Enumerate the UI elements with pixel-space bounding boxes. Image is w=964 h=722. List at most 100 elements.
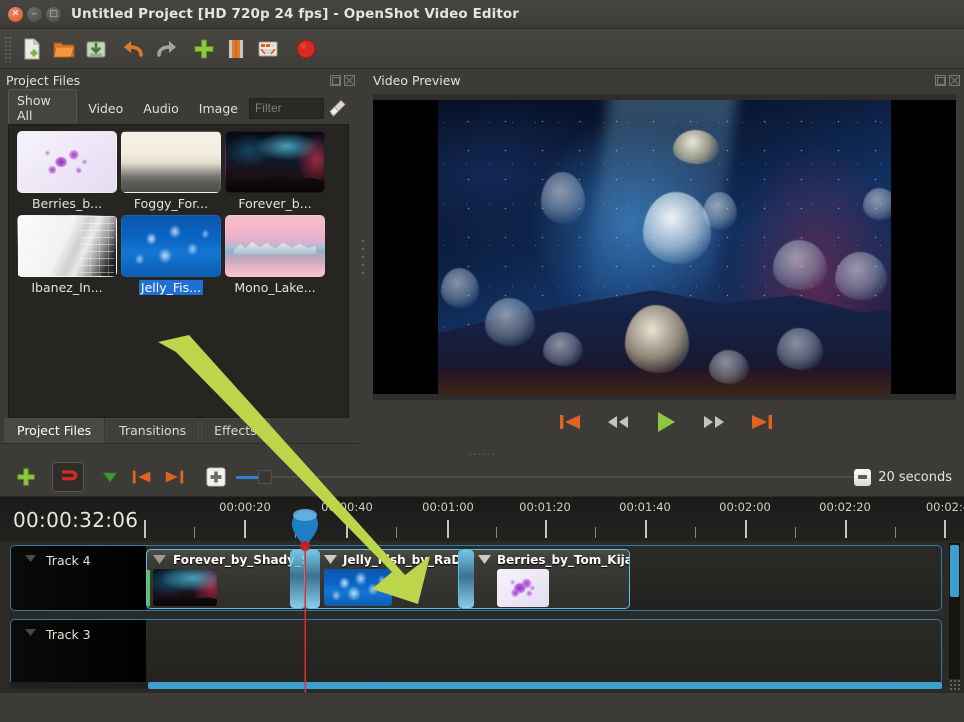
clip-title: Berries_by_Tom_Kijas.j... bbox=[497, 553, 630, 567]
chevron-down-icon[interactable] bbox=[25, 555, 36, 562]
file-label: Forever_b... bbox=[236, 196, 313, 211]
timeline-track-4[interactable]: Track 4 Forever_by_Shady_S.j Jelly_Fish_… bbox=[10, 545, 942, 611]
panel-splitter[interactable] bbox=[359, 69, 367, 444]
track-label: Track 3 bbox=[46, 627, 91, 642]
float-panel-icon[interactable] bbox=[935, 75, 946, 86]
filter-image-button[interactable]: Image bbox=[190, 97, 247, 120]
plus-icon bbox=[192, 37, 216, 61]
filter-search-input[interactable] bbox=[249, 98, 324, 119]
tab-effects[interactable]: Effects bbox=[201, 418, 270, 443]
project-file-item[interactable]: Foggy_For... bbox=[119, 131, 223, 211]
project-files-filter-bar: Show All Video Audio Image bbox=[0, 92, 359, 124]
window-resize-grip[interactable] bbox=[949, 679, 961, 691]
rewind-button[interactable] bbox=[604, 410, 632, 434]
clip-fade-handle[interactable] bbox=[305, 550, 320, 608]
letterbox-right bbox=[891, 100, 956, 394]
undo-button[interactable] bbox=[118, 33, 150, 65]
save-project-button[interactable] bbox=[80, 33, 112, 65]
horizontal-splitter[interactable]: ...... bbox=[0, 444, 964, 458]
redo-button[interactable] bbox=[150, 33, 182, 65]
record-circle-icon bbox=[294, 37, 318, 61]
ruler-tick-label: 00:01:00 bbox=[422, 500, 474, 514]
add-marker-button[interactable] bbox=[94, 462, 126, 492]
play-button[interactable] bbox=[652, 410, 680, 434]
fast-forward-icon bbox=[701, 412, 727, 432]
center-playhead-button[interactable] bbox=[200, 462, 232, 492]
previous-marker-button[interactable] bbox=[126, 462, 158, 492]
chevron-down-icon[interactable] bbox=[25, 629, 36, 636]
profile-button[interactable] bbox=[220, 33, 252, 65]
chevron-down-icon[interactable] bbox=[153, 555, 166, 564]
project-file-item[interactable]: Forever_b... bbox=[223, 131, 327, 211]
timeline-tracks-area[interactable]: Track 4 Forever_by_Shady_S.j Jelly_Fish_… bbox=[0, 541, 964, 693]
project-file-item-selected[interactable]: Jelly_Fis... bbox=[119, 215, 223, 295]
window-maximize-button[interactable]: □ bbox=[46, 7, 61, 22]
file-thumbnail bbox=[17, 215, 117, 277]
tab-transitions[interactable]: Transitions bbox=[106, 418, 199, 443]
window-title-bar: ✕ ‒ □ Untitled Project [HD 720p 24 fps] … bbox=[0, 0, 964, 29]
timeline-toolbar: 20 seconds bbox=[0, 458, 964, 496]
filter-show-all-button[interactable]: Show All bbox=[8, 89, 77, 127]
add-track-button[interactable] bbox=[10, 462, 42, 492]
clip-fade-handle[interactable] bbox=[290, 550, 305, 608]
timeline-clip[interactable]: Forever_by_Shady_S.j bbox=[146, 549, 306, 609]
ruler-tick-label: 00:00:40 bbox=[321, 500, 373, 514]
clip-fade-handle[interactable] bbox=[459, 550, 474, 608]
project-files-list[interactable]: Berries_b... Foggy_For... Forever_b... I… bbox=[8, 124, 349, 418]
clear-brush-icon[interactable] bbox=[326, 96, 351, 120]
filter-video-button[interactable]: Video bbox=[79, 97, 132, 120]
preview-scene bbox=[373, 100, 956, 394]
float-panel-icon[interactable] bbox=[330, 75, 341, 86]
timeline-horizontal-scrollbar[interactable] bbox=[10, 682, 942, 689]
fullscreen-icon bbox=[256, 37, 280, 61]
timeline-clip[interactable]: Jelly_Fish_by_RaDu_G bbox=[304, 549, 464, 609]
next-marker-button[interactable] bbox=[158, 462, 190, 492]
fast-forward-button[interactable] bbox=[700, 410, 728, 434]
window-minimize-button[interactable]: ‒ bbox=[27, 7, 42, 22]
import-files-button[interactable] bbox=[188, 33, 220, 65]
project-files-title: Project Files bbox=[6, 73, 330, 88]
toolbar-grip[interactable] bbox=[4, 36, 13, 62]
timeline-clip[interactable]: Berries_by_Tom_Kijas.j... bbox=[458, 549, 630, 609]
marker-triangle-icon bbox=[100, 467, 120, 487]
snapping-button[interactable] bbox=[52, 462, 84, 492]
clip-title: Jelly_Fish_by_RaDu_G bbox=[343, 553, 464, 567]
window-close-button[interactable]: ✕ bbox=[8, 7, 23, 22]
timeline-ruler[interactable]: 00:00:32:06 00:00:20 00:00:40 00:01:00 0… bbox=[0, 496, 964, 541]
timeline-zoom-slider[interactable] bbox=[236, 470, 854, 484]
new-project-button[interactable] bbox=[16, 33, 48, 65]
zoom-level-icon[interactable] bbox=[854, 469, 871, 486]
video-preview-panel-header: Video Preview bbox=[367, 69, 964, 92]
video-preview-stage bbox=[373, 94, 956, 400]
close-panel-icon[interactable] bbox=[344, 75, 355, 86]
jump-to-end-button[interactable] bbox=[748, 410, 776, 434]
project-file-item[interactable]: Ibanez_In... bbox=[15, 215, 119, 295]
jump-to-start-button[interactable] bbox=[556, 410, 584, 434]
chevron-down-icon[interactable] bbox=[478, 555, 491, 564]
ruler-tick-label: 00:00:20 bbox=[219, 500, 271, 514]
video-preview-frame[interactable] bbox=[373, 100, 956, 394]
ruler-tick-label: 00:01:40 bbox=[619, 500, 671, 514]
scrollbar-thumb[interactable] bbox=[950, 545, 959, 597]
filter-audio-button[interactable]: Audio bbox=[134, 97, 188, 120]
open-project-button[interactable] bbox=[48, 33, 80, 65]
playback-controls bbox=[367, 400, 964, 444]
playhead-timecode: 00:00:32:06 bbox=[13, 508, 138, 532]
file-thumbnail bbox=[225, 215, 325, 277]
timeline-track-3[interactable]: Track 3 bbox=[10, 619, 942, 685]
tab-project-files[interactable]: Project Files bbox=[4, 418, 104, 443]
project-file-item[interactable]: Berries_b... bbox=[15, 131, 119, 211]
chevron-down-icon[interactable] bbox=[324, 555, 337, 564]
left-panel-tab-bar: Project Files Transitions Effects bbox=[0, 418, 359, 444]
export-video-button[interactable] bbox=[290, 33, 322, 65]
scrollbar-thumb[interactable] bbox=[148, 682, 942, 689]
project-file-item[interactable]: Mono_Lake... bbox=[223, 215, 327, 295]
rewind-icon bbox=[605, 412, 631, 432]
fullscreen-button[interactable] bbox=[252, 33, 284, 65]
timeline-vertical-scrollbar[interactable] bbox=[949, 543, 960, 679]
file-label: Ibanez_In... bbox=[29, 280, 104, 295]
save-disk-icon bbox=[84, 37, 108, 61]
close-panel-icon[interactable] bbox=[949, 75, 960, 86]
zoom-slider-handle[interactable] bbox=[258, 470, 272, 484]
file-label: Jelly_Fis... bbox=[139, 280, 203, 295]
